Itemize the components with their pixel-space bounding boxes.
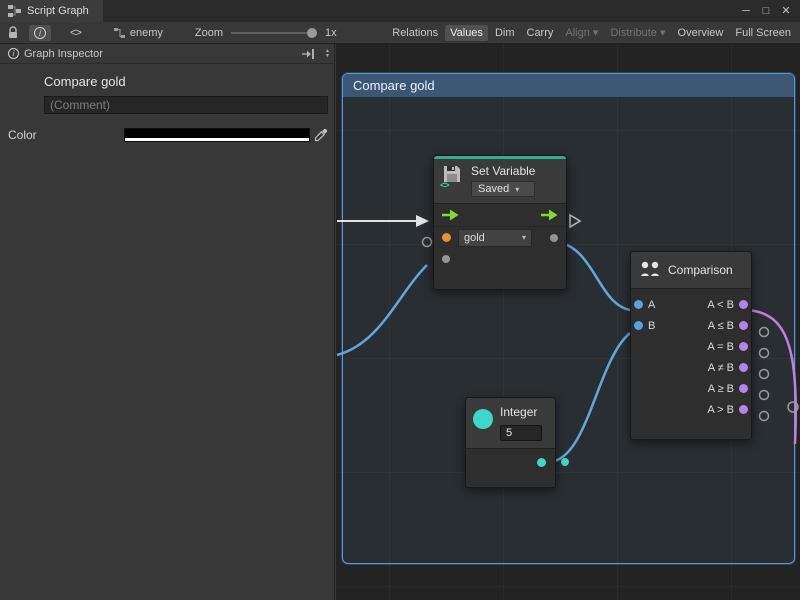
- spin-down-icon[interactable]: ▼: [325, 54, 330, 59]
- carry-button[interactable]: Carry: [522, 25, 559, 41]
- output-label: A > B: [707, 404, 734, 416]
- output-port-a-gt-b[interactable]: [739, 405, 748, 414]
- set-variable-name-row: gold ▾: [434, 226, 566, 248]
- alpha-strip: [125, 138, 309, 141]
- color-swatch[interactable]: [124, 128, 310, 142]
- comparison-row: A ≥ B: [631, 378, 751, 399]
- input-b-label: B: [648, 320, 655, 332]
- output-label: A = B: [707, 341, 734, 353]
- output-label: A ≥ B: [708, 383, 734, 395]
- comparison-row: A > B: [631, 399, 751, 420]
- output-port-a-eq-b[interactable]: [739, 342, 748, 351]
- input-a-port[interactable]: [634, 300, 643, 309]
- comparison-row: B A ≤ B: [631, 315, 751, 336]
- graph-canvas[interactable]: Compare gold <>: [336, 44, 800, 600]
- full-screen-button[interactable]: Full Screen: [730, 25, 796, 41]
- chevron-down-icon: ▾: [515, 185, 519, 194]
- integer-out-port[interactable]: [537, 458, 546, 467]
- comparison-title: Comparison: [668, 263, 733, 277]
- value-out-port[interactable]: [550, 234, 558, 242]
- zoom-label: Zoom: [195, 27, 223, 39]
- set-variable-value-row: [434, 248, 566, 270]
- graph-reference-label[interactable]: enemy: [130, 27, 163, 39]
- comparison-row: A A < B: [631, 294, 751, 315]
- graph-inspector-panel: i Graph Inspector ▲ ▼ Compare gold Color: [0, 44, 335, 600]
- set-variable-flow-row: [434, 204, 566, 226]
- chevron-down-icon: ▾: [660, 27, 666, 39]
- info-icon: i: [34, 27, 46, 39]
- tab-script-graph[interactable]: Script Graph: [0, 0, 103, 22]
- output-port-a-lt-b[interactable]: [739, 300, 748, 309]
- code-icon: <>: [70, 27, 81, 39]
- variable-name-dropdown[interactable]: gold ▾: [458, 229, 532, 247]
- set-variable-header[interactable]: <> Set Variable Saved ▾: [434, 156, 566, 204]
- save-variable-icon: <>: [442, 164, 464, 188]
- close-button[interactable]: ✕: [776, 0, 796, 22]
- output-label: A < B: [707, 299, 734, 311]
- tab-title: Script Graph: [27, 5, 89, 17]
- dock-icon[interactable]: [302, 49, 315, 59]
- value-in-port[interactable]: [442, 255, 450, 263]
- minimize-button[interactable]: ─: [736, 0, 756, 22]
- graph-toolbar: i <> enemy Zoom 1x Relations Values Dim …: [0, 22, 800, 44]
- zoom-value: 1x: [325, 27, 337, 39]
- inspector-header: i Graph Inspector ▲ ▼: [0, 44, 334, 64]
- node-integer[interactable]: Integer 5: [465, 397, 556, 488]
- integer-title: Integer: [500, 405, 542, 419]
- input-b-port[interactable]: [634, 321, 643, 330]
- window-titlebar: Script Graph ─ □ ✕: [0, 0, 800, 22]
- distribute-button[interactable]: Distribute ▾: [605, 24, 670, 41]
- inspector-graph-title: Compare gold: [44, 74, 334, 89]
- node-set-variable[interactable]: <> Set Variable Saved ▾ gold ▾: [433, 155, 567, 290]
- flow-out-port[interactable]: [541, 209, 558, 221]
- output-label: A ≤ B: [708, 320, 734, 332]
- group-title: Compare gold: [343, 78, 435, 93]
- output-port-a-gte-b[interactable]: [739, 384, 748, 393]
- script-graph-icon: [8, 5, 21, 17]
- inspector-toggle-button[interactable]: i: [29, 25, 51, 41]
- values-button[interactable]: Values: [445, 25, 488, 41]
- group-header[interactable]: Compare gold: [343, 74, 794, 97]
- set-variable-title: Set Variable: [471, 164, 535, 178]
- integer-icon: [473, 409, 493, 429]
- integer-header[interactable]: Integer 5: [466, 398, 555, 449]
- eyedropper-icon[interactable]: [314, 128, 328, 142]
- input-a-label: A: [648, 299, 655, 311]
- info-icon: i: [8, 48, 19, 59]
- code-icon: <>: [440, 180, 449, 190]
- comment-input[interactable]: [44, 96, 328, 114]
- flow-in-port[interactable]: [442, 209, 459, 221]
- inspector-title: Graph Inspector: [24, 48, 103, 60]
- variable-name-port[interactable]: [442, 233, 451, 242]
- zoom-slider[interactable]: [231, 32, 315, 34]
- graph-reference-icon: [114, 28, 125, 38]
- window-controls: ─ □ ✕: [736, 0, 800, 22]
- variable-kind-dropdown[interactable]: Saved ▾: [471, 181, 535, 197]
- output-label: A ≠ B: [708, 362, 734, 374]
- integer-value-field[interactable]: 5: [500, 425, 542, 441]
- lock-icon[interactable]: [7, 26, 19, 39]
- dim-button[interactable]: Dim: [490, 25, 520, 41]
- node-accent-strip: [434, 156, 566, 159]
- align-button[interactable]: Align ▾: [560, 24, 603, 41]
- comparison-header[interactable]: Comparison: [631, 252, 751, 289]
- overview-button[interactable]: Overview: [673, 25, 729, 41]
- zoom-slider-knob[interactable]: [307, 28, 317, 38]
- comparison-row: A ≠ B: [631, 357, 751, 378]
- comparison-row: A = B: [631, 336, 751, 357]
- comparison-icon: [639, 260, 661, 280]
- code-view-button[interactable]: <>: [65, 25, 86, 41]
- color-row: Color: [0, 128, 334, 142]
- chevron-down-icon: ▾: [522, 233, 526, 242]
- maximize-button[interactable]: □: [756, 0, 776, 22]
- integer-footer: [466, 449, 555, 475]
- toolbar-right-group: Relations Values Dim Carry Align ▾ Distr…: [387, 24, 800, 41]
- relations-button[interactable]: Relations: [387, 25, 443, 41]
- chevron-down-icon: ▾: [593, 27, 599, 39]
- color-label: Color: [8, 128, 124, 142]
- node-comparison[interactable]: Comparison A A < B B A ≤ B A = B A ≠ B: [630, 251, 752, 440]
- output-port-a-neq-b[interactable]: [739, 363, 748, 372]
- output-port-a-lte-b[interactable]: [739, 321, 748, 330]
